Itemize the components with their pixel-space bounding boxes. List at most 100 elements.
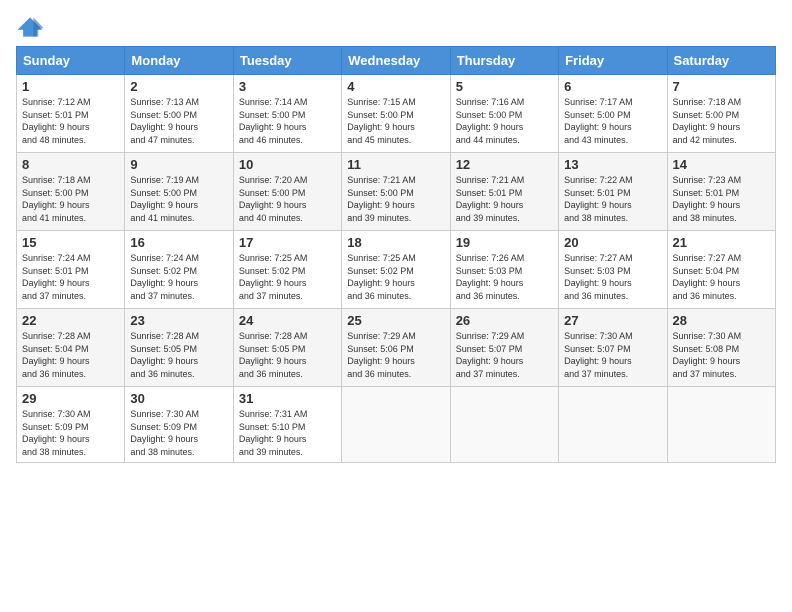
calendar-cell: 23 Sunrise: 7:28 AM Sunset: 5:05 PM Dayl… — [125, 309, 233, 387]
day-number: 4 — [347, 79, 444, 94]
calendar-cell: 17 Sunrise: 7:25 AM Sunset: 5:02 PM Dayl… — [233, 231, 341, 309]
day-info: Sunrise: 7:30 AM Sunset: 5:09 PM Dayligh… — [22, 409, 91, 457]
day-info: Sunrise: 7:17 AM Sunset: 5:00 PM Dayligh… — [564, 97, 633, 145]
calendar-cell: 12 Sunrise: 7:21 AM Sunset: 5:01 PM Dayl… — [450, 153, 558, 231]
weekday-header-saturday: Saturday — [667, 47, 775, 75]
day-number: 7 — [673, 79, 770, 94]
day-info: Sunrise: 7:30 AM Sunset: 5:09 PM Dayligh… — [130, 409, 199, 457]
day-info: Sunrise: 7:27 AM Sunset: 5:04 PM Dayligh… — [673, 253, 742, 301]
calendar-cell: 10 Sunrise: 7:20 AM Sunset: 5:00 PM Dayl… — [233, 153, 341, 231]
day-number: 30 — [130, 391, 227, 406]
day-number: 3 — [239, 79, 336, 94]
calendar-cell: 14 Sunrise: 7:23 AM Sunset: 5:01 PM Dayl… — [667, 153, 775, 231]
day-number: 21 — [673, 235, 770, 250]
calendar-cell: 2 Sunrise: 7:13 AM Sunset: 5:00 PM Dayli… — [125, 75, 233, 153]
day-number: 9 — [130, 157, 227, 172]
calendar-cell: 22 Sunrise: 7:28 AM Sunset: 5:04 PM Dayl… — [17, 309, 125, 387]
calendar-cell: 15 Sunrise: 7:24 AM Sunset: 5:01 PM Dayl… — [17, 231, 125, 309]
calendar-cell — [559, 387, 667, 463]
weekday-header-monday: Monday — [125, 47, 233, 75]
day-info: Sunrise: 7:27 AM Sunset: 5:03 PM Dayligh… — [564, 253, 633, 301]
day-number: 27 — [564, 313, 661, 328]
calendar-cell: 20 Sunrise: 7:27 AM Sunset: 5:03 PM Dayl… — [559, 231, 667, 309]
header — [16, 16, 776, 38]
day-info: Sunrise: 7:25 AM Sunset: 5:02 PM Dayligh… — [239, 253, 308, 301]
day-number: 15 — [22, 235, 119, 250]
day-info: Sunrise: 7:24 AM Sunset: 5:02 PM Dayligh… — [130, 253, 199, 301]
day-info: Sunrise: 7:29 AM Sunset: 5:06 PM Dayligh… — [347, 331, 416, 379]
day-number: 28 — [673, 313, 770, 328]
day-number: 25 — [347, 313, 444, 328]
calendar-cell: 27 Sunrise: 7:30 AM Sunset: 5:07 PM Dayl… — [559, 309, 667, 387]
calendar-cell: 28 Sunrise: 7:30 AM Sunset: 5:08 PM Dayl… — [667, 309, 775, 387]
day-info: Sunrise: 7:28 AM Sunset: 5:05 PM Dayligh… — [239, 331, 308, 379]
day-number: 16 — [130, 235, 227, 250]
day-number: 13 — [564, 157, 661, 172]
calendar-cell: 30 Sunrise: 7:30 AM Sunset: 5:09 PM Dayl… — [125, 387, 233, 463]
day-number: 22 — [22, 313, 119, 328]
day-number: 17 — [239, 235, 336, 250]
day-number: 19 — [456, 235, 553, 250]
day-info: Sunrise: 7:30 AM Sunset: 5:07 PM Dayligh… — [564, 331, 633, 379]
day-number: 26 — [456, 313, 553, 328]
weekday-header-friday: Friday — [559, 47, 667, 75]
calendar-cell: 4 Sunrise: 7:15 AM Sunset: 5:00 PM Dayli… — [342, 75, 450, 153]
day-info: Sunrise: 7:24 AM Sunset: 5:01 PM Dayligh… — [22, 253, 91, 301]
day-info: Sunrise: 7:23 AM Sunset: 5:01 PM Dayligh… — [673, 175, 742, 223]
day-number: 10 — [239, 157, 336, 172]
day-info: Sunrise: 7:12 AM Sunset: 5:01 PM Dayligh… — [22, 97, 91, 145]
day-number: 1 — [22, 79, 119, 94]
calendar-cell: 11 Sunrise: 7:21 AM Sunset: 5:00 PM Dayl… — [342, 153, 450, 231]
day-info: Sunrise: 7:21 AM Sunset: 5:00 PM Dayligh… — [347, 175, 416, 223]
day-number: 5 — [456, 79, 553, 94]
day-number: 24 — [239, 313, 336, 328]
calendar-cell: 26 Sunrise: 7:29 AM Sunset: 5:07 PM Dayl… — [450, 309, 558, 387]
day-info: Sunrise: 7:28 AM Sunset: 5:04 PM Dayligh… — [22, 331, 91, 379]
calendar-cell: 21 Sunrise: 7:27 AM Sunset: 5:04 PM Dayl… — [667, 231, 775, 309]
day-number: 6 — [564, 79, 661, 94]
day-info: Sunrise: 7:19 AM Sunset: 5:00 PM Dayligh… — [130, 175, 199, 223]
day-info: Sunrise: 7:30 AM Sunset: 5:08 PM Dayligh… — [673, 331, 742, 379]
calendar-cell: 9 Sunrise: 7:19 AM Sunset: 5:00 PM Dayli… — [125, 153, 233, 231]
page-container: SundayMondayTuesdayWednesdayThursdayFrid… — [0, 0, 792, 471]
week-row-5: 29 Sunrise: 7:30 AM Sunset: 5:09 PM Dayl… — [17, 387, 776, 463]
week-row-1: 1 Sunrise: 7:12 AM Sunset: 5:01 PM Dayli… — [17, 75, 776, 153]
day-info: Sunrise: 7:20 AM Sunset: 5:00 PM Dayligh… — [239, 175, 308, 223]
week-row-3: 15 Sunrise: 7:24 AM Sunset: 5:01 PM Dayl… — [17, 231, 776, 309]
day-info: Sunrise: 7:29 AM Sunset: 5:07 PM Dayligh… — [456, 331, 525, 379]
calendar-cell: 25 Sunrise: 7:29 AM Sunset: 5:06 PM Dayl… — [342, 309, 450, 387]
weekday-header-sunday: Sunday — [17, 47, 125, 75]
day-number: 23 — [130, 313, 227, 328]
day-number: 18 — [347, 235, 444, 250]
day-number: 31 — [239, 391, 336, 406]
day-info: Sunrise: 7:25 AM Sunset: 5:02 PM Dayligh… — [347, 253, 416, 301]
calendar-cell: 6 Sunrise: 7:17 AM Sunset: 5:00 PM Dayli… — [559, 75, 667, 153]
day-info: Sunrise: 7:14 AM Sunset: 5:00 PM Dayligh… — [239, 97, 308, 145]
weekday-header-row: SundayMondayTuesdayWednesdayThursdayFrid… — [17, 47, 776, 75]
calendar-cell: 18 Sunrise: 7:25 AM Sunset: 5:02 PM Dayl… — [342, 231, 450, 309]
weekday-header-wednesday: Wednesday — [342, 47, 450, 75]
day-info: Sunrise: 7:28 AM Sunset: 5:05 PM Dayligh… — [130, 331, 199, 379]
calendar-cell: 29 Sunrise: 7:30 AM Sunset: 5:09 PM Dayl… — [17, 387, 125, 463]
day-number: 20 — [564, 235, 661, 250]
week-row-4: 22 Sunrise: 7:28 AM Sunset: 5:04 PM Dayl… — [17, 309, 776, 387]
day-number: 12 — [456, 157, 553, 172]
day-number: 14 — [673, 157, 770, 172]
calendar-cell — [450, 387, 558, 463]
calendar-cell: 1 Sunrise: 7:12 AM Sunset: 5:01 PM Dayli… — [17, 75, 125, 153]
calendar-table: SundayMondayTuesdayWednesdayThursdayFrid… — [16, 46, 776, 463]
logo — [16, 16, 48, 38]
day-info: Sunrise: 7:18 AM Sunset: 5:00 PM Dayligh… — [673, 97, 742, 145]
day-info: Sunrise: 7:13 AM Sunset: 5:00 PM Dayligh… — [130, 97, 199, 145]
week-row-2: 8 Sunrise: 7:18 AM Sunset: 5:00 PM Dayli… — [17, 153, 776, 231]
calendar-cell: 16 Sunrise: 7:24 AM Sunset: 5:02 PM Dayl… — [125, 231, 233, 309]
calendar-cell: 5 Sunrise: 7:16 AM Sunset: 5:00 PM Dayli… — [450, 75, 558, 153]
weekday-header-tuesday: Tuesday — [233, 47, 341, 75]
day-info: Sunrise: 7:31 AM Sunset: 5:10 PM Dayligh… — [239, 409, 308, 457]
logo-icon — [16, 16, 44, 38]
day-info: Sunrise: 7:18 AM Sunset: 5:00 PM Dayligh… — [22, 175, 91, 223]
day-info: Sunrise: 7:16 AM Sunset: 5:00 PM Dayligh… — [456, 97, 525, 145]
day-info: Sunrise: 7:15 AM Sunset: 5:00 PM Dayligh… — [347, 97, 416, 145]
day-info: Sunrise: 7:26 AM Sunset: 5:03 PM Dayligh… — [456, 253, 525, 301]
day-info: Sunrise: 7:21 AM Sunset: 5:01 PM Dayligh… — [456, 175, 525, 223]
